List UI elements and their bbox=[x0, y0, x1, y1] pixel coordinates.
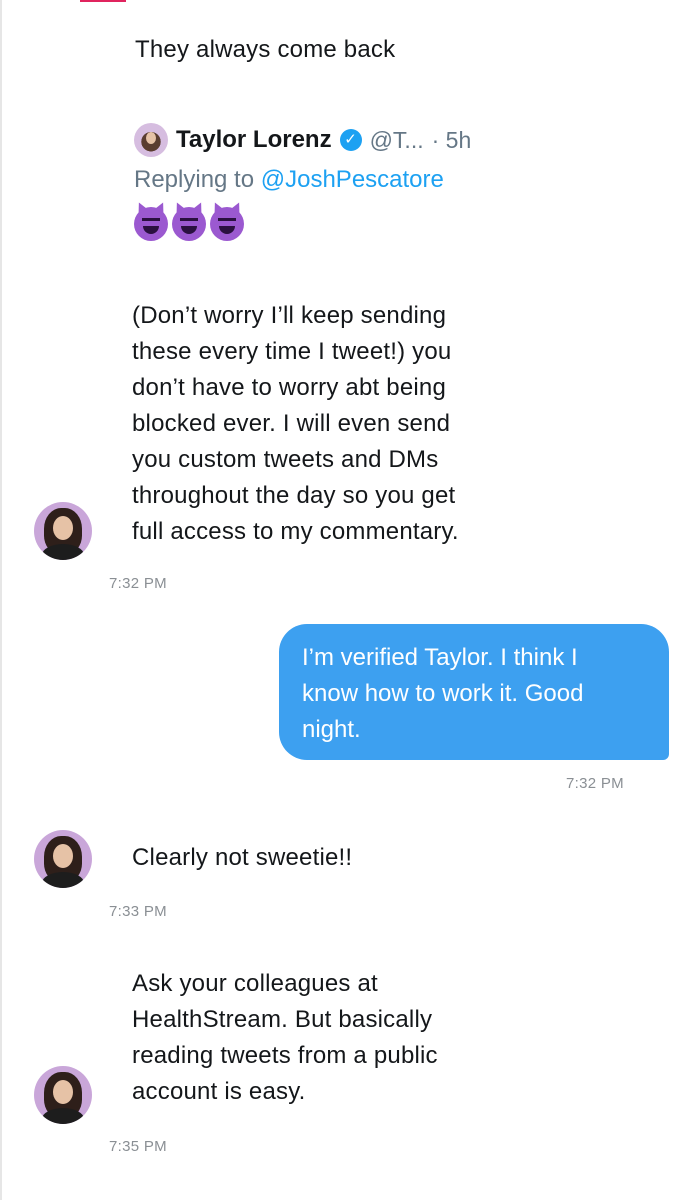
message-line: you custom tweets and DMs bbox=[132, 446, 439, 473]
message-timestamp: 7:33 PM bbox=[109, 903, 167, 920]
message-line: account is easy. bbox=[132, 1078, 306, 1105]
quoted-tweet-avatar[interactable] bbox=[134, 123, 168, 157]
message-text-line: They always come back bbox=[135, 36, 396, 63]
incoming-message-header[interactable]: They always come back bbox=[110, 32, 560, 72]
message-text: Ask your colleagues at HealthStream. But… bbox=[132, 966, 438, 1110]
message-line: full access to my commentary. bbox=[132, 518, 459, 545]
message-line: night. bbox=[302, 716, 361, 743]
message-line: blocked ever. I will even send bbox=[132, 410, 451, 437]
smiling-devil-icon bbox=[134, 207, 168, 241]
smiling-devil-icon bbox=[210, 207, 244, 241]
outgoing-message-bubble[interactable]: I’m verified Taylor. I think I know how … bbox=[279, 624, 669, 760]
sender-avatar[interactable] bbox=[34, 1066, 92, 1124]
message-timestamp: 7:32 PM bbox=[566, 775, 624, 792]
message-line: (Don’t worry I’ll keep sending bbox=[132, 302, 447, 329]
quoted-tweet-author-name[interactable]: Taylor Lorenz bbox=[176, 126, 332, 154]
message-text: (Don’t worry I’ll keep sending these eve… bbox=[132, 298, 459, 550]
quoted-tweet-header[interactable]: Taylor Lorenz ✓ @T... · 5h bbox=[134, 122, 471, 158]
message-line: Clearly not sweetie!! bbox=[132, 844, 353, 871]
quoted-tweet-time: · 5h bbox=[431, 126, 472, 153]
verified-badge-icon: ✓ bbox=[339, 129, 362, 151]
message-line: don’t have to worry abt being bbox=[132, 374, 446, 401]
incoming-message-bubble[interactable]: (Don’t worry I’ll keep sending these eve… bbox=[110, 298, 560, 558]
message-line: Ask your colleagues at bbox=[132, 970, 378, 997]
message-line: HealthStream. But basically bbox=[132, 1006, 433, 1033]
message-line: reading tweets from a public bbox=[132, 1042, 438, 1069]
message-timestamp: 7:35 PM bbox=[109, 1138, 167, 1155]
sender-avatar[interactable] bbox=[34, 830, 92, 888]
quoted-tweet-handle: @T... bbox=[369, 126, 424, 153]
message-line: throughout the day so you get bbox=[132, 482, 456, 509]
incoming-message-bubble[interactable]: Ask your colleagues at HealthStream. But… bbox=[110, 966, 560, 1116]
replying-to-mention-link[interactable]: @JoshPescatore bbox=[261, 166, 444, 193]
smiling-devil-icon bbox=[172, 207, 206, 241]
top-accent-bar bbox=[80, 0, 126, 2]
screen-edge bbox=[0, 0, 2, 1200]
message-line: these every time I tweet!) you bbox=[132, 338, 452, 365]
message-timestamp: 7:32 PM bbox=[109, 575, 167, 592]
replying-to-line: Replying to @JoshPescatore bbox=[134, 166, 444, 194]
sender-avatar[interactable] bbox=[34, 502, 92, 560]
message-line: know how to work it. Good bbox=[302, 680, 584, 707]
replying-to-prefix: Replying to bbox=[134, 166, 255, 193]
incoming-message-bubble[interactable]: Clearly not sweetie!! bbox=[110, 840, 560, 880]
quoted-tweet-emoji-row bbox=[134, 207, 244, 241]
message-line: I’m verified Taylor. I think I bbox=[302, 644, 578, 671]
